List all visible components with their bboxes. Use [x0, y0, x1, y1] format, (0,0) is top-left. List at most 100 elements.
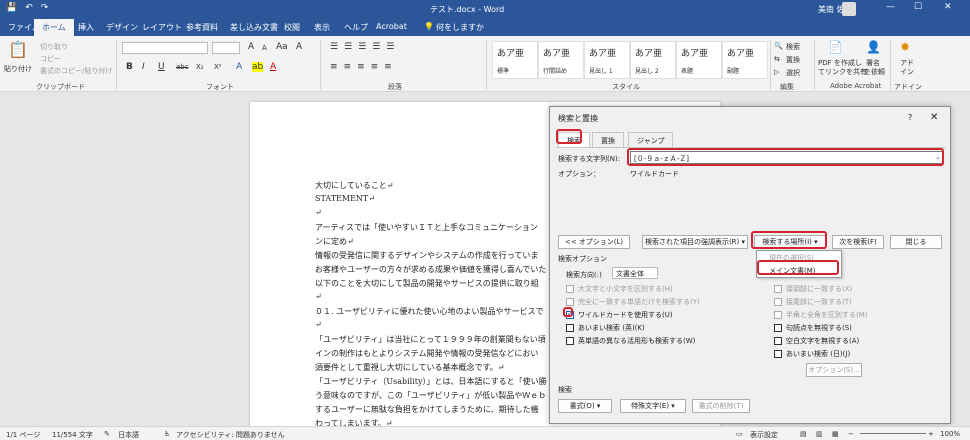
search-direction-select[interactable]: 文書全体 [612, 267, 658, 279]
less-options-button[interactable]: << オプション(L) [558, 235, 630, 249]
clear-format-button[interactable]: A [296, 42, 302, 52]
doc-line[interactable]: 「ユーザビリティ」は当社にとって１９９９年の創業間もない頃 [315, 334, 546, 345]
cut-button[interactable]: 切り取り [40, 42, 68, 52]
ignore-punct-checkbox[interactable] [774, 324, 782, 332]
grow-font-button[interactable]: A [248, 42, 254, 52]
doc-line[interactable]: 以下のことを大切にして製品の開発やサービスの提供に取り組 [315, 278, 539, 289]
whole-word-checkbox[interactable] [566, 298, 574, 306]
request-sign-button-line2[interactable]: を依頼 [864, 67, 885, 77]
fuzzy-en-checkbox[interactable] [566, 324, 574, 332]
special-button[interactable]: 特殊文字(E) ▾ [620, 399, 686, 413]
help-icon[interactable]: ? [908, 113, 912, 122]
font-size-select[interactable] [212, 42, 240, 54]
doc-line[interactable]: ０１. ユーザビリティに優れた使い心地のよい製品やサービスで [315, 306, 543, 317]
doc-line[interactable]: う意味なのですが、この「ユーザビリティ」が低い製品やＷｅｂ [315, 390, 546, 401]
tab-view[interactable]: 表示 [314, 22, 330, 33]
tab-mailings[interactable]: 差し込み文書 [230, 22, 278, 33]
doc-line[interactable]: ↵ [315, 320, 322, 329]
addins-button-line2[interactable]: イン [900, 67, 914, 77]
replace-button[interactable]: 置換 [786, 55, 800, 65]
text-effects-button[interactable]: A [236, 62, 242, 72]
doc-line[interactable]: ↵ [315, 292, 322, 301]
focus-icon[interactable]: ▭ [736, 430, 743, 438]
proofing-icon[interactable]: ✎ [104, 430, 110, 438]
format-button[interactable]: 書式(O) ▾ [558, 399, 612, 413]
doc-line[interactable]: 情報の受発信に関するデザインやシステムの作成を行っていま [315, 250, 538, 261]
format-painter-button[interactable]: 書式のコピー/貼り付け [40, 66, 112, 76]
style-subtitle[interactable]: あア亜 副題 [722, 41, 768, 79]
word-forms-checkbox[interactable] [566, 337, 574, 345]
minimize-icon[interactable]: — [886, 2, 895, 12]
strikethrough-button[interactable]: abc [176, 63, 189, 71]
doc-line[interactable]: お客様やユーザーの方々が求める成果や価値を獲得し喜んでいた [315, 264, 546, 275]
style-title[interactable]: あア亜 表題 [676, 41, 722, 79]
doc-line[interactable]: アーティスでは「使いやすいＩＴと上手なコミュニケーション [315, 222, 538, 233]
status-words[interactable]: 11/554 文字 [52, 430, 93, 440]
doc-line[interactable]: 大切にしていること↵ [315, 180, 393, 191]
status-accessibility[interactable]: アクセシビリティ: 問題ありません [176, 430, 285, 440]
doc-line[interactable]: STATEMENT↵ [315, 194, 375, 203]
doc-line[interactable]: インの制作はもとよりシステム開発や情報の受発信などにおい [315, 348, 538, 359]
highlight-color-button[interactable]: ab [252, 62, 264, 72]
web-layout-icon[interactable]: ▦ [832, 430, 839, 438]
tab-review[interactable]: 校閲 [284, 22, 300, 33]
tab-insert[interactable]: 挿入 [78, 22, 94, 33]
find-button[interactable]: 検索 [786, 42, 800, 52]
avatar[interactable] [842, 2, 856, 16]
status-page[interactable]: 1/1 ページ [6, 430, 40, 440]
match-case-checkbox[interactable] [566, 285, 574, 293]
match-suffix-checkbox[interactable] [774, 298, 782, 306]
bold-button[interactable]: B [126, 62, 133, 72]
font-color-button[interactable]: A [270, 62, 276, 72]
zoom-out-icon[interactable]: − [848, 430, 854, 438]
tab-replace[interactable]: 置換 [592, 132, 624, 147]
style-heading-1[interactable]: あア亜 見出し 1 [584, 41, 630, 79]
doc-line[interactable]: ↵ [315, 208, 322, 217]
doc-line[interactable]: ンに定め↵ [315, 236, 354, 247]
reading-highlight-button[interactable]: 検索された項目の強調表示(R) ▾ [642, 235, 748, 249]
doc-line[interactable]: するユーザーに無駄な負担をかけてしまうために、期待した機 [315, 404, 539, 415]
match-width-checkbox[interactable] [774, 311, 782, 319]
doc-line[interactable]: 須要件として重視し大切にしている基本概念です。↵ [315, 362, 504, 373]
zoom-in-icon[interactable]: + [928, 430, 934, 438]
style-no-spacing[interactable]: あア亜 行間詰め [538, 41, 584, 79]
no-formatting-button[interactable]: 書式の削除(T) [692, 399, 750, 413]
create-pdf-button-line2[interactable]: てリンクを共有 [818, 67, 867, 77]
redo-icon[interactable]: ↷ [41, 3, 49, 13]
status-display-settings[interactable]: 表示設定 [750, 430, 778, 440]
status-language[interactable]: 日本語 [118, 430, 139, 440]
tab-help[interactable]: ヘルプ [344, 22, 368, 33]
paste-button[interactable]: 貼り付け [4, 64, 32, 74]
status-zoom[interactable]: 100% [940, 430, 960, 438]
maximize-icon[interactable]: ☐ [914, 2, 922, 12]
fuzzy-ja-checkbox[interactable] [774, 350, 782, 358]
underline-button[interactable]: U [158, 62, 165, 72]
subscript-button[interactable]: X₂ [196, 63, 204, 71]
find-next-button[interactable]: 次を検索(F) [832, 235, 884, 249]
style-heading-2[interactable]: あア亜 見出し 2 [630, 41, 676, 79]
tab-references[interactable]: 参考資料 [186, 22, 218, 33]
read-mode-icon[interactable]: ▤ [800, 430, 807, 438]
match-prefix-checkbox[interactable] [774, 285, 782, 293]
tab-home[interactable]: ホーム [34, 19, 74, 36]
paragraph-align-icons[interactable]: ≡≡≡≡≡ [330, 62, 398, 72]
fuzzy-options-button[interactable]: オプション(S)... [806, 363, 862, 377]
tab-design[interactable]: デザイン [106, 22, 138, 33]
tab-acrobat[interactable]: Acrobat [376, 22, 407, 31]
select-button[interactable]: 選択 [786, 68, 800, 78]
close-icon[interactable]: ✕ [944, 2, 952, 12]
ignore-space-checkbox[interactable] [774, 337, 782, 345]
dialog-close-icon[interactable]: ✕ [930, 112, 938, 123]
style-normal[interactable]: あア亜 標準 [492, 41, 538, 79]
shrink-font-button[interactable]: A [262, 44, 267, 52]
doc-line[interactable]: 「ユーザビリティ（Usability）」とは、日本語にすると「使い勝 [315, 376, 547, 387]
dialog-close-button[interactable]: 閉じる [890, 235, 942, 249]
superscript-button[interactable]: X² [214, 63, 222, 71]
tell-me-search[interactable]: 何をしますか [436, 22, 484, 33]
print-layout-icon[interactable]: ▥ [816, 430, 823, 438]
change-case-button[interactable]: Aa [276, 42, 288, 52]
italic-button[interactable]: I [142, 62, 145, 72]
tab-goto[interactable]: ジャンプ [628, 132, 674, 147]
font-name-select[interactable] [122, 42, 208, 54]
copy-button[interactable]: コピー [40, 54, 61, 64]
